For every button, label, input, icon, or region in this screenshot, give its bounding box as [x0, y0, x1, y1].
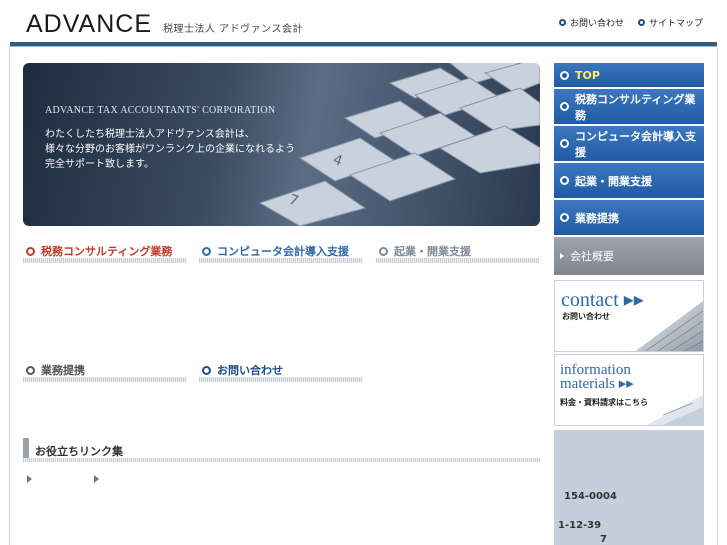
nav-top-button[interactable]: TOP [554, 63, 704, 87]
section-underline [23, 258, 186, 263]
nav-item-company[interactable]: 会社概要 [554, 237, 704, 275]
header-link-sitemap-label: サイトマップ [648, 19, 703, 29]
bullet-icon [202, 246, 211, 256]
contact-banner-title: contact ▸▸ [561, 289, 644, 311]
hero-text-line: 完全サポート致します。 [45, 159, 154, 170]
frame-left-border [9, 46, 10, 545]
bullet-icon [637, 19, 645, 26]
nav-top-label: TOP [575, 68, 600, 82]
nav-item-label: 業務提携 [575, 211, 619, 225]
address-panel: 154-0004 1-12-39 7 [554, 430, 704, 545]
nav-item-consulting[interactable]: 税務コンサルティング業務 [554, 89, 704, 124]
site-header: ADVANCE 税理士法人 アドヴァンス会計 お問い合わせ サイトマップ [0, 0, 727, 48]
hero-text-line: わたくしたち税理士法人アドヴァンス会計は、 [45, 129, 255, 140]
bullet-icon [202, 365, 211, 375]
bullet-icon [560, 213, 569, 222]
nav-item-label: 起業・開業支援 [575, 174, 652, 188]
link-arrow-icon[interactable] [27, 475, 32, 483]
information-banner[interactable]: information materials ▸▸ 料金・資料請求はこちら [554, 354, 704, 426]
bullet-icon [560, 102, 569, 111]
section-underline [199, 377, 362, 382]
useful-links-header: お役立ちリンク集 [23, 438, 540, 462]
hero-english-title: ADVANCE TAX ACCOUNTANTS' CORPORATION [45, 105, 276, 116]
street-address: 1-12-39 [558, 520, 602, 531]
hero-text-line: 様々な分野のお客様がワンランク上の企業になれるよう [45, 144, 295, 155]
section-contact-label: お問い合わせ [217, 364, 283, 377]
bullet-icon [26, 246, 35, 256]
section-consulting-label: 税務コンサルティング業務 [41, 245, 173, 258]
side-nav: TOP 税務コンサルティング業務 コンピュータ会計導入支援 起業・開業支援 業務… [554, 63, 704, 277]
hero-banner: 4 7 ADVANCE TAX ACCOUNTANTS' CORPORATION… [23, 63, 540, 226]
contact-banner-subtitle: お問い合わせ [562, 312, 610, 321]
bullet-icon [379, 246, 388, 256]
links-header-underline [23, 458, 540, 462]
site-logo[interactable]: ADVANCE [26, 10, 152, 39]
information-banner-line2: materials ▸▸ [560, 376, 634, 392]
section-underline [376, 258, 539, 263]
information-banner-subtitle: 料金・資料請求はこちら [560, 398, 648, 407]
bullet-icon [558, 19, 566, 26]
header-link-sitemap[interactable]: サイトマップ [637, 16, 703, 29]
building-number: 7 [600, 534, 607, 545]
useful-links-title: お役立ちリンク集 [35, 445, 123, 458]
nav-item-partnership[interactable]: 業務提携 [554, 200, 704, 235]
header-links: お問い合わせ サイトマップ [558, 16, 703, 29]
bullet-icon [26, 365, 35, 375]
section-underline [23, 377, 186, 382]
header-link-contact[interactable]: お問い合わせ [558, 16, 624, 29]
header-link-contact-label: お問い合わせ [569, 19, 624, 29]
section-startup-label: 起業・開業支援 [394, 245, 471, 258]
bullet-icon [560, 70, 569, 80]
section-underline [199, 258, 362, 263]
documents-illustration [646, 395, 703, 425]
nav-item-computer[interactable]: コンピュータ会計導入支援 [554, 126, 704, 161]
nav-item-label: 会社概要 [570, 250, 614, 263]
contact-banner[interactable]: contact ▸▸ お問い合わせ [554, 280, 704, 352]
header-divider-thin [10, 46, 717, 47]
link-arrow-icon[interactable] [94, 475, 99, 483]
information-banner-line1: information [560, 362, 631, 378]
section-computer-label: コンピュータ会計導入支援 [217, 245, 349, 258]
nav-item-label: コンピュータ会計導入支援 [575, 129, 696, 159]
information-banner-title: information materials ▸▸ [560, 362, 634, 392]
arrow-icon [560, 253, 564, 259]
postal-code: 154-0004 [564, 491, 617, 502]
logo-subtitle: 税理士法人 アドヴァンス会計 [163, 24, 303, 35]
bullet-icon [560, 139, 569, 148]
bullet-icon [560, 176, 569, 185]
nav-item-startup[interactable]: 起業・開業支援 [554, 163, 704, 198]
frame-right-border [717, 46, 718, 545]
section-partnership-label: 業務提携 [41, 364, 85, 377]
nav-item-label: 税務コンサルティング業務 [575, 92, 696, 122]
